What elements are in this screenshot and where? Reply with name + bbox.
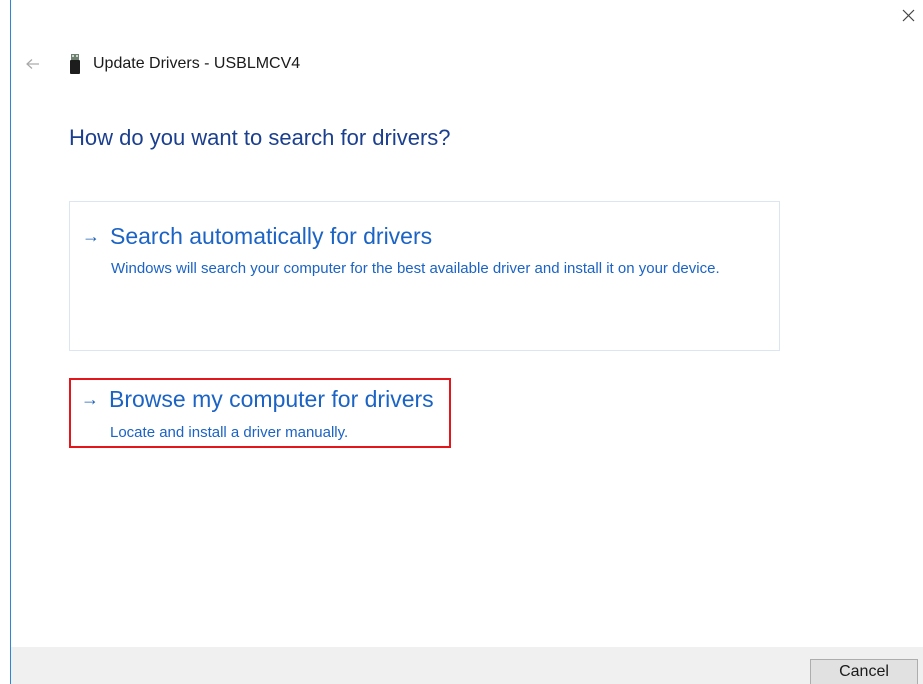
dialog-footer bbox=[11, 647, 923, 684]
search-automatically-option[interactable]: → Search automatically for drivers Windo… bbox=[69, 201, 780, 351]
option-title: Browse my computer for drivers bbox=[109, 386, 434, 412]
arrow-right-icon: → bbox=[82, 226, 100, 246]
option-description: Windows will search your computer for th… bbox=[111, 260, 720, 277]
dialog-header: Update Drivers - USBLMCV4 bbox=[24, 49, 300, 79]
option-title-row: → Browse my computer for drivers bbox=[81, 386, 434, 413]
page-title: How do you want to search for drivers? bbox=[69, 125, 451, 150]
option-title-row: → Search automatically for drivers bbox=[82, 223, 432, 250]
option-title: Search automatically for drivers bbox=[110, 223, 433, 249]
option-description: Locate and install a driver manually. bbox=[110, 424, 349, 441]
close-button[interactable] bbox=[895, 4, 921, 28]
usb-device-icon bbox=[69, 52, 81, 76]
update-drivers-dialog: Update Drivers - USBLMCV4 How do you wan… bbox=[0, 0, 923, 684]
back-button[interactable] bbox=[24, 55, 42, 73]
browse-computer-option[interactable]: → Browse my computer for drivers Locate … bbox=[69, 378, 451, 448]
window-left-border bbox=[10, 0, 11, 684]
arrow-right-icon: → bbox=[81, 389, 99, 409]
close-icon bbox=[902, 9, 915, 22]
cancel-button[interactable]: Cancel bbox=[810, 659, 918, 684]
window-title: Update Drivers - USBLMCV4 bbox=[93, 55, 301, 72]
back-arrow-icon bbox=[26, 59, 39, 69]
